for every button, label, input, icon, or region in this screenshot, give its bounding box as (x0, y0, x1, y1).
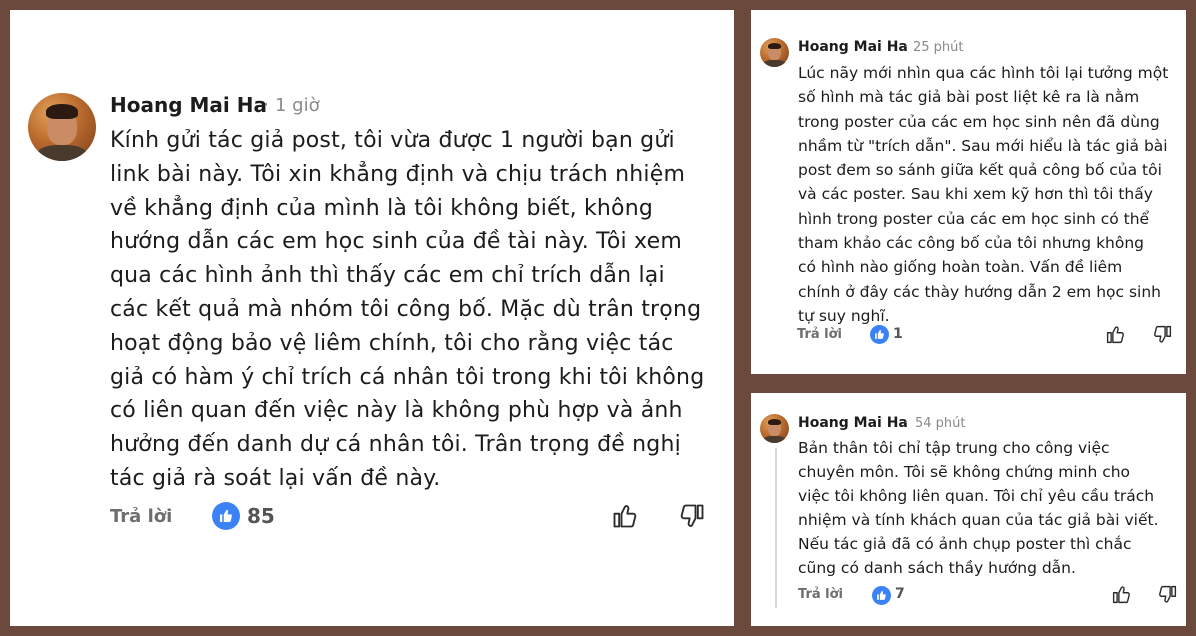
avatar[interactable] (760, 414, 789, 443)
thread-line (775, 448, 777, 608)
thumbs-up-outline-icon[interactable] (1105, 324, 1126, 345)
like-count[interactable]: 85 (247, 504, 275, 528)
comment-card-2: Hoang Mai Ha · 25 phút Lúc nãy mới nhìn … (751, 10, 1186, 374)
thumbs-down-outline-icon[interactable] (1152, 324, 1173, 345)
author-name[interactable]: Hoang Mai Ha (110, 93, 267, 117)
comment-time[interactable]: 25 phút (913, 40, 964, 55)
avatar[interactable] (28, 93, 96, 161)
thumbs-up-icon (212, 502, 240, 530)
comment-text: Lúc nãy mới nhìn qua các hình tôi lại tư… (798, 64, 1169, 325)
thumbs-down-outline-icon[interactable] (678, 502, 706, 530)
avatar[interactable] (760, 38, 789, 67)
thumbs-up-outline-icon[interactable] (611, 502, 639, 530)
author-name[interactable]: Hoang Mai Ha (798, 415, 908, 431)
reply-button[interactable]: Trả lời (798, 587, 843, 602)
comment-time[interactable]: 54 phút (915, 416, 966, 431)
author-name[interactable]: Hoang Mai Ha (798, 39, 908, 55)
comment-time[interactable]: 1 giờ (275, 95, 320, 116)
comment-card-3: Hoang Mai Ha · 54 phút Bản thân tôi chỉ … (751, 393, 1186, 626)
comment-text: Bản thân tôi chỉ tập trung cho công việc… (798, 439, 1159, 577)
reply-button[interactable]: Trả lời (110, 506, 172, 527)
separator-dot: · (904, 416, 909, 431)
thumbs-down-outline-icon[interactable] (1157, 584, 1178, 605)
thumbs-up-outline-icon[interactable] (1111, 584, 1132, 605)
like-count[interactable]: 1 (893, 326, 903, 342)
like-count[interactable]: 7 (895, 586, 905, 602)
thumbs-up-icon (872, 586, 891, 605)
comment-card-1: Hoang Mai Ha · 1 giờ Kính gửi tác giả po… (10, 10, 734, 626)
thumbs-up-icon (870, 325, 889, 344)
separator-dot: · (904, 40, 909, 55)
comment-text: Kính gửi tác giả post, tôi vừa được 1 ng… (110, 128, 705, 491)
reply-button[interactable]: Trả lời (797, 327, 842, 342)
separator-dot: · (263, 94, 270, 116)
